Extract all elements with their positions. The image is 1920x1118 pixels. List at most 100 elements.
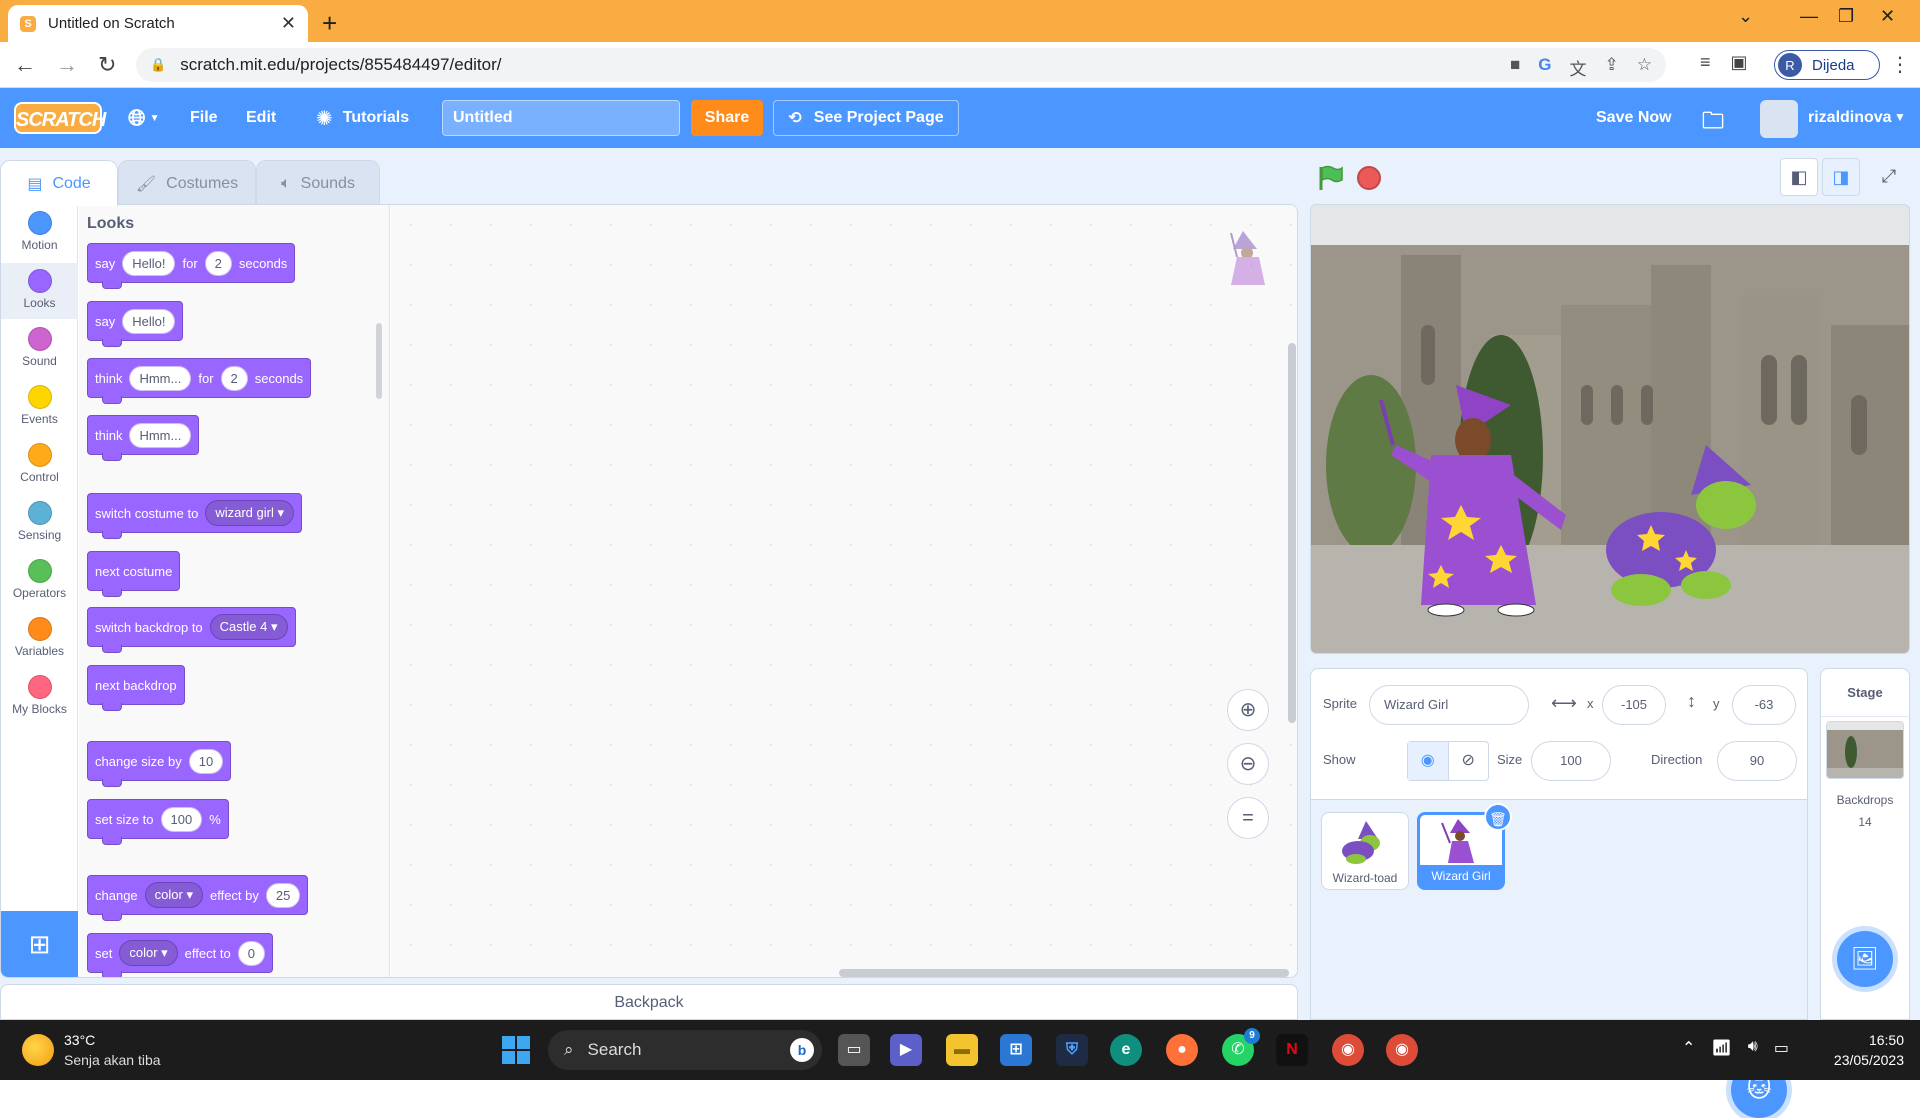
category-operators[interactable]: Operators [1,553,78,609]
tab-costumes[interactable]: 🖌︎ Costumes [118,160,256,206]
size-input[interactable]: 100 [1531,741,1611,781]
delete-sprite-trash-icon[interactable]: 🗑︎ [1484,803,1512,831]
taskbar-clock[interactable]: 16:50 23/05/2023 [1820,1030,1904,1070]
forward-button[interactable]: → [56,52,78,78]
camera-blocked-icon[interactable]: ■ [1510,55,1520,80]
small-stage-button[interactable]: ◧ [1780,158,1818,196]
block-next-backdrop[interactable]: next backdrop [87,665,185,711]
add-extension-button[interactable]: ⊞ [1,911,78,977]
weather-sun-icon[interactable] [22,1034,54,1066]
translate-icon[interactable]: 文 [1570,55,1587,80]
block-think-for-seconds[interactable]: think Hmm... for 2 seconds [87,358,312,404]
project-title-input[interactable]: Untitled [442,100,680,136]
microsoft-store-icon[interactable]: ⊞ [1000,1034,1032,1066]
weather-temperature[interactable]: 33°C [64,1032,95,1048]
backpack-bar[interactable]: Backpack [0,984,1298,1020]
tutorials-button[interactable]: ✺ Tutorials [316,88,409,148]
whatsapp-icon[interactable]: ✆ 9 [1222,1028,1260,1066]
block-input[interactable]: Hmm... [129,422,192,448]
tab-close-icon[interactable]: ✕ [281,13,296,34]
tab-sounds[interactable]: 🔈︎ Sounds [256,160,380,206]
profile-button[interactable]: R Dijeda [1774,50,1880,80]
user-avatar[interactable] [1760,100,1798,138]
url-input[interactable]: 🔒 scratch.mit.edu/projects/855484497/edi… [136,48,1666,82]
category-motion[interactable]: Motion [1,205,78,261]
category-variables[interactable]: Variables [1,611,78,667]
sprite-name-input[interactable]: Wizard Girl [1369,685,1529,725]
volume-icon[interactable]: 🔊︎ [1748,1038,1758,1058]
block-set-size[interactable]: set size to 100 % [87,799,229,845]
save-now-button[interactable]: Save Now [1596,88,1672,148]
sprite-card-wizard-toad[interactable]: Wizard-toad [1321,812,1409,890]
side-panel-icon[interactable]: ▣ [1731,52,1748,73]
window-close-button[interactable]: ✕ [1880,6,1895,27]
block-input[interactable]: 10 [188,748,224,774]
weather-description[interactable]: Senja akan tiba [64,1052,161,1068]
palette-scrollbar[interactable] [376,323,382,399]
wifi-icon[interactable]: 📶︎ [1711,1038,1731,1058]
bookmark-star-icon[interactable]: ☆ [1637,55,1652,80]
normal-stage-button[interactable]: ◨ [1822,158,1860,196]
back-button[interactable]: ← [14,52,36,78]
show-visible-eye-icon[interactable]: ◉ [1408,742,1449,780]
taskbar-search-box[interactable]: ⌕ Search b [548,1030,822,1070]
edge-browser-icon[interactable]: e [1110,1034,1142,1066]
block-input[interactable]: Hmm... [129,365,192,391]
stop-button[interactable] [1357,166,1381,190]
zoom-reset-button[interactable]: = [1227,797,1269,839]
maximize-button[interactable]: ❐ [1838,6,1854,27]
block-input[interactable]: 25 [265,882,301,908]
share-button[interactable]: Share [691,100,763,136]
category-sensing[interactable]: Sensing [1,495,78,551]
block-input[interactable]: 2 [204,250,232,276]
see-project-page-button[interactable]: ⟲ See Project Page [773,100,959,136]
reading-list-icon[interactable]: ≡ [1700,52,1711,73]
netflix-icon[interactable]: N [1276,1034,1308,1066]
effect-dropdown[interactable]: color ▾ [144,882,203,908]
category-my-blocks[interactable]: My Blocks [1,669,78,725]
chrome-profile-r-icon[interactable]: ◉ [1332,1034,1364,1066]
edit-menu[interactable]: Edit [246,88,276,148]
browser-tab[interactable]: S Untitled on Scratch ✕ [8,5,308,42]
block-input[interactable]: Hello! [122,250,176,276]
block-input[interactable]: 0 [237,940,265,966]
y-input[interactable]: -63 [1732,685,1796,725]
browser-menu-icon[interactable]: ⋮ [1890,52,1910,77]
category-events[interactable]: Events [1,379,78,435]
block-say-for-seconds[interactable]: say Hello! for 2 seconds [87,243,296,289]
stage-canvas[interactable] [1310,204,1910,654]
google-icon[interactable]: G [1538,55,1551,80]
block-input[interactable]: 2 [220,365,248,391]
x-input[interactable]: -105 [1602,685,1666,725]
file-menu[interactable]: File [190,88,218,148]
add-backdrop-button[interactable]: 🖼︎ [1837,931,1893,987]
username[interactable]: rizaldinova [1808,88,1892,148]
costume-dropdown[interactable]: wizard girl ▾ [205,500,294,526]
fullscreen-button[interactable]: ⤢ [1870,158,1908,196]
firefox-icon[interactable]: ● [1166,1034,1198,1066]
reload-button[interactable]: ↻ [98,52,116,78]
green-flag-icon[interactable] [1316,164,1344,192]
zoom-in-button[interactable]: ⊕ [1227,689,1269,731]
block-switch-backdrop[interactable]: switch backdrop to Castle 4 ▾ [87,607,296,653]
block-change-size[interactable]: change size by 10 [87,741,232,787]
zoom-out-button[interactable]: ⊖ [1227,743,1269,785]
block-next-costume[interactable]: next costume [87,551,181,597]
workspace-horizontal-scrollbar[interactable] [839,969,1289,977]
new-tab-button[interactable]: + [322,8,337,39]
sprite-card-wizard-girl[interactable]: Wizard Girl 🗑︎ [1417,803,1512,890]
teams-chat-icon[interactable]: ▶ [890,1034,922,1066]
tab-code[interactable]: ▤ Code [0,160,118,206]
stage-selector[interactable]: Stage Backdrops 14 🖼︎ [1820,668,1910,1020]
minimize-button[interactable]: — [1800,6,1818,27]
block-switch-costume[interactable]: switch costume to wizard girl ▾ [87,493,302,539]
workspace-vertical-scrollbar[interactable] [1288,343,1296,723]
direction-input[interactable]: 90 [1717,741,1797,781]
battery-icon[interactable]: ▭ [1774,1038,1789,1058]
category-sound[interactable]: Sound [1,321,78,377]
scratch-logo[interactable]: SCRATCH [14,102,106,134]
tray-chevron-icon[interactable]: ⌃ [1682,1038,1695,1058]
my-stuff-folder-icon[interactable]: 🗀 [1702,104,1724,142]
block-input[interactable]: Hello! [122,308,176,334]
hide-sprite-eye-icon[interactable]: ⊘ [1449,742,1489,780]
